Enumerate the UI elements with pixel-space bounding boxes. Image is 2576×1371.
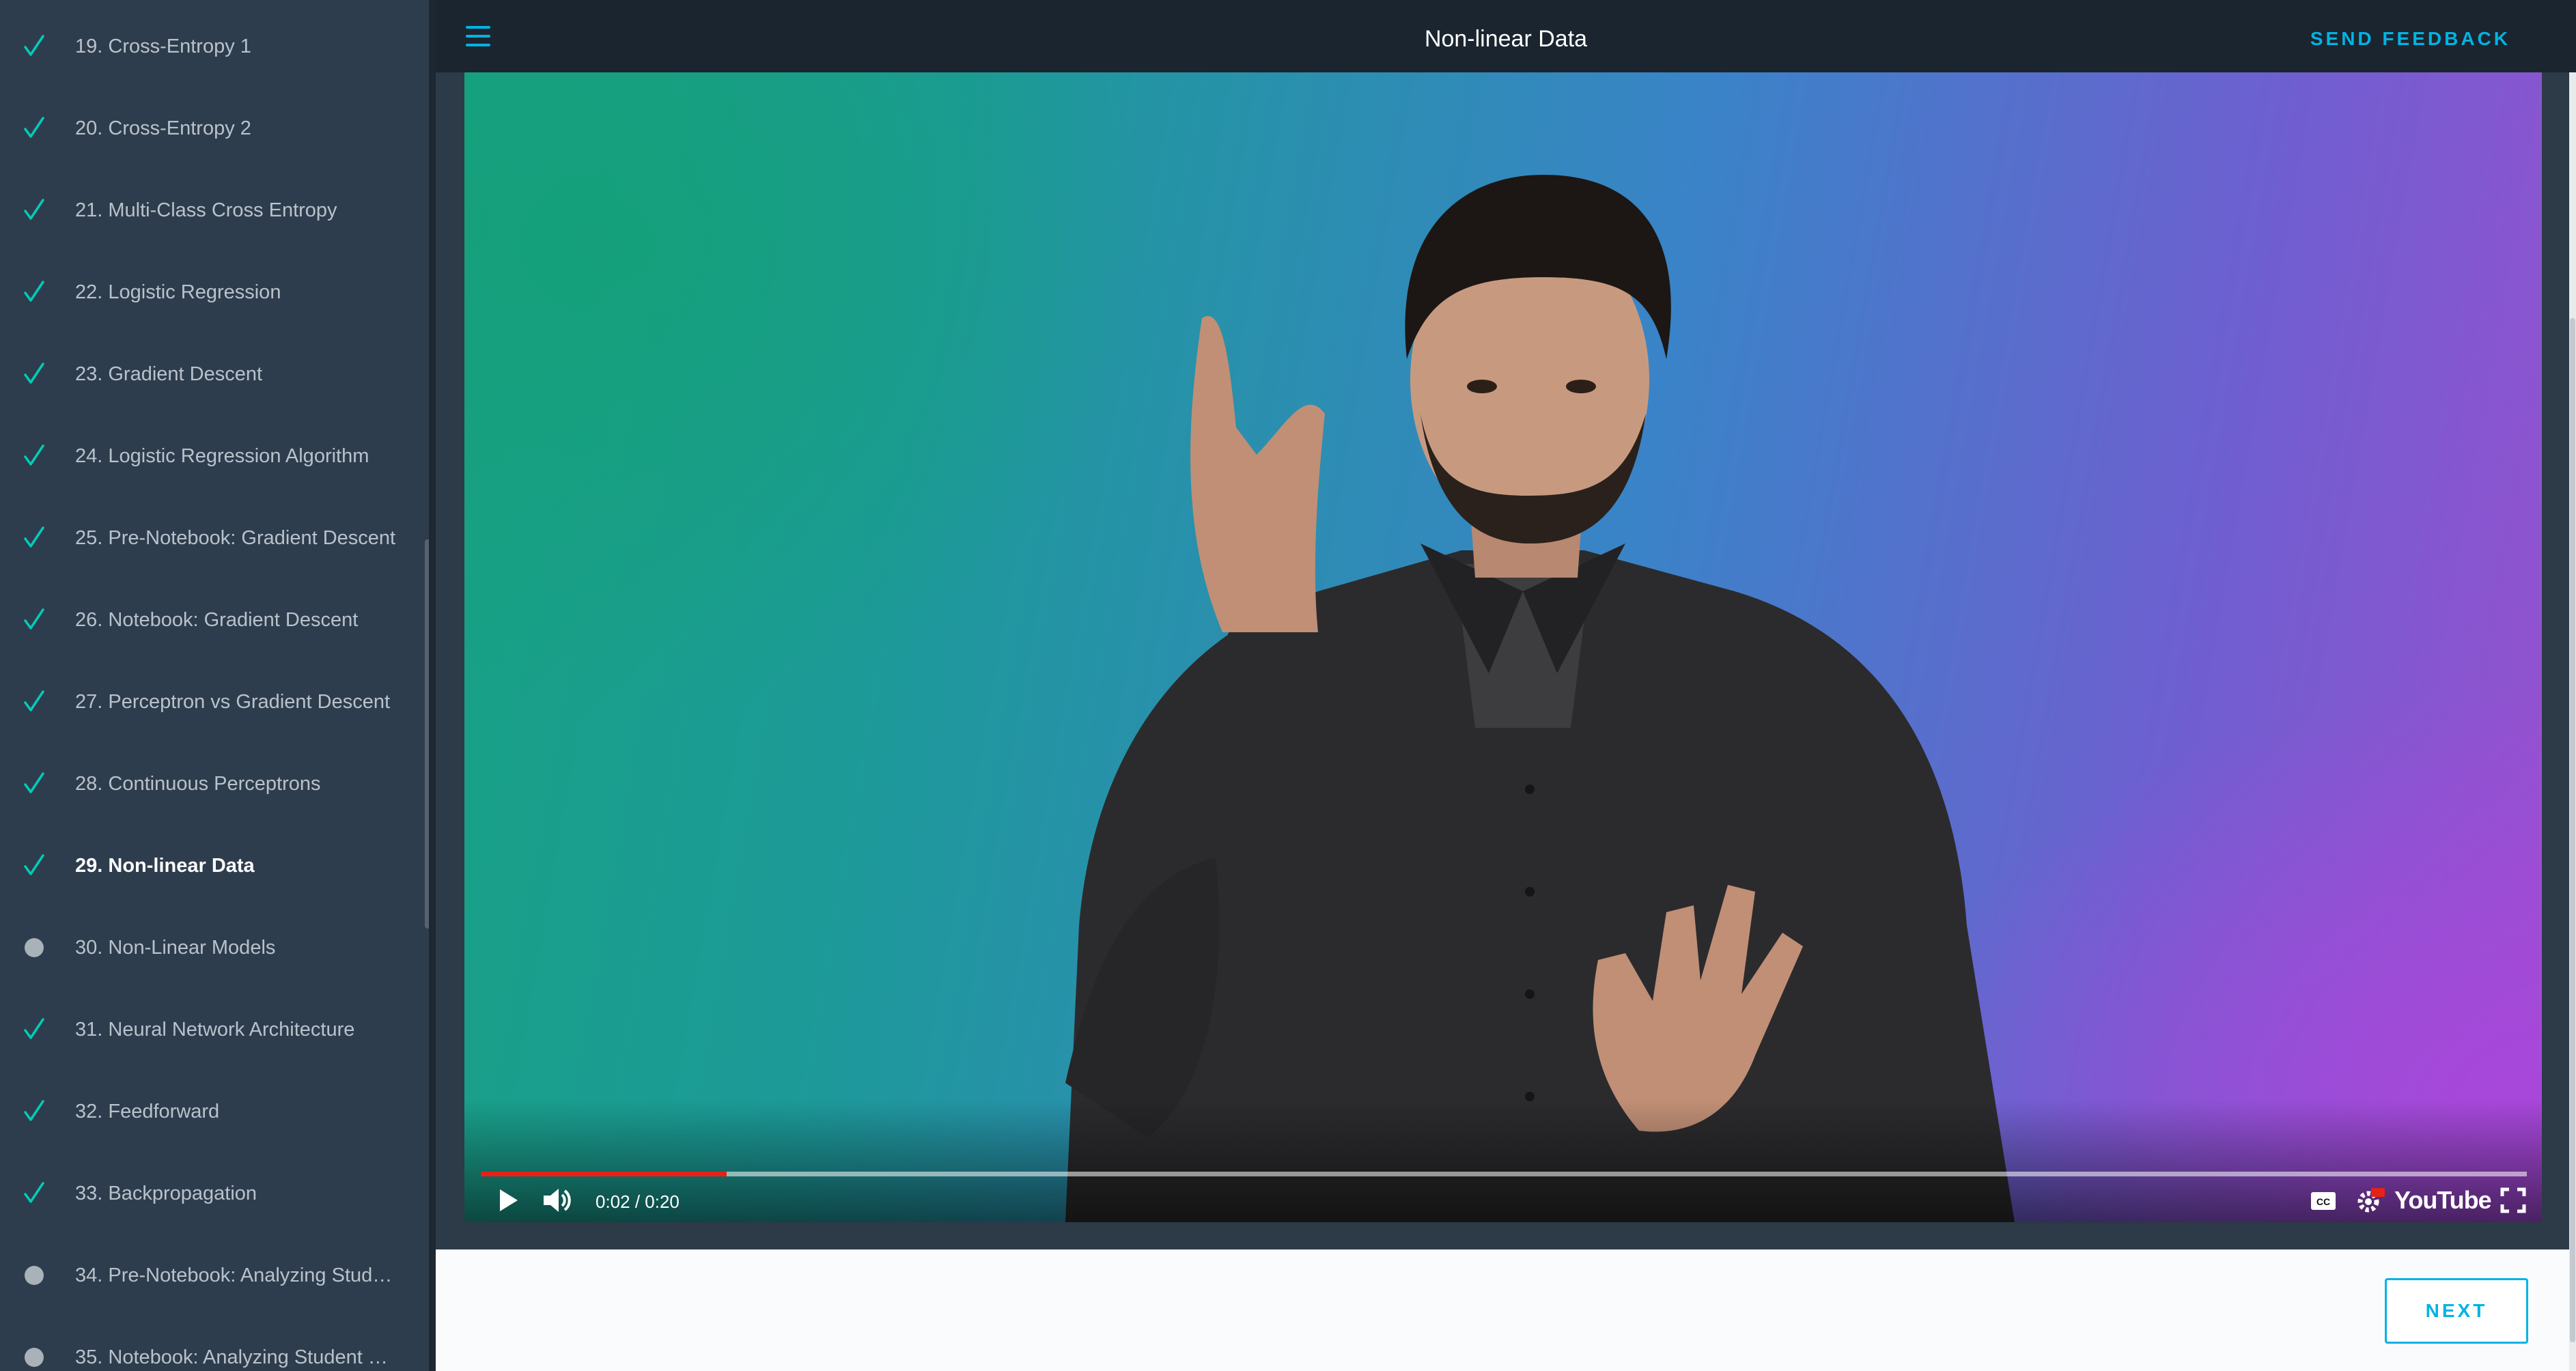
- sidebar-lesson-item[interactable]: 20. Cross-Entropy 2: [0, 87, 429, 169]
- sidebar-lesson-label: 29. Non-linear Data: [75, 855, 255, 877]
- sidebar-divider: [429, 0, 436, 1371]
- sidebar-lesson-item[interactable]: 19. Cross-Entropy 1: [0, 5, 429, 87]
- sidebar-lesson-item[interactable]: 27. Perceptron vs Gradient Descent: [0, 661, 429, 743]
- next-button[interactable]: NEXT: [2385, 1278, 2528, 1344]
- sidebar-lesson-item[interactable]: 31. Neural Network Architecture: [0, 989, 429, 1071]
- send-feedback-button[interactable]: SEND FEEDBACK: [2310, 0, 2510, 72]
- checkmark-icon: [20, 770, 48, 797]
- page-title: Non-linear Data: [1424, 26, 1588, 52]
- sidebar-lesson-label: 20. Cross-Entropy 2: [75, 117, 251, 139]
- play-icon[interactable]: [494, 1185, 522, 1215]
- sidebar-lesson-label: 24. Logistic Regression Algorithm: [75, 445, 369, 467]
- top-header: Non-linear Data SEND FEEDBACK: [436, 0, 2576, 72]
- sidebar-lesson-item[interactable]: 26. Notebook: Gradient Descent: [0, 579, 429, 661]
- incomplete-dot-icon: [20, 934, 48, 961]
- sidebar-lesson-label: 35. Notebook: Analyzing Student Data: [75, 1346, 402, 1368]
- sidebar-lesson-label: 33. Backpropagation: [75, 1183, 257, 1204]
- checkmark-icon: [20, 33, 48, 60]
- video-controls: 0:02 / 0:20 CC YouTube: [464, 1180, 2542, 1221]
- checkmark-icon: [20, 606, 48, 634]
- sidebar-lesson-label: 25. Pre-Notebook: Gradient Descent: [75, 527, 396, 549]
- page-scrollbar[interactable]: [2569, 72, 2576, 1371]
- sidebar-lesson-item[interactable]: 30. Non-Linear Models: [0, 907, 429, 989]
- video-progress-bar[interactable]: [481, 1172, 2527, 1176]
- sidebar-lesson-label: 19. Cross-Entropy 1: [75, 36, 251, 57]
- sidebar-lesson-label: 28. Continuous Perceptrons: [75, 773, 321, 795]
- lesson-sidebar[interactable]: 19. Cross-Entropy 1 20. Cross-Entropy 2 21…: [0, 0, 429, 1371]
- video-progress-fill: [481, 1172, 727, 1176]
- checkmark-icon: [20, 1180, 48, 1207]
- sidebar-lesson-label: 23. Gradient Descent: [75, 363, 263, 385]
- sidebar-lesson-item[interactable]: 32. Feedforward: [0, 1071, 429, 1153]
- checkmark-icon: [20, 442, 48, 470]
- checkmark-icon: [20, 852, 48, 879]
- svg-text:CC: CC: [2316, 1196, 2330, 1207]
- sidebar-lesson-label: 22. Logistic Regression: [75, 281, 281, 303]
- sidebar-lesson-item[interactable]: 35. Notebook: Analyzing Student Data: [0, 1316, 429, 1371]
- sidebar-lesson-item[interactable]: 24. Logistic Regression Algorithm: [0, 415, 429, 497]
- video-time-display: 0:02 / 0:20: [596, 1191, 680, 1212]
- presenter-figure: [1065, 175, 2015, 1222]
- sidebar-lesson-item[interactable]: 23. Gradient Descent: [0, 333, 429, 415]
- sidebar-lesson-item[interactable]: 28. Continuous Perceptrons: [0, 743, 429, 825]
- sidebar-lesson-label: 30. Non-Linear Models: [75, 937, 276, 959]
- classroom-app: 19. Cross-Entropy 1 20. Cross-Entropy 2 21…: [0, 0, 2576, 1371]
- checkmark-icon: [20, 361, 48, 388]
- sidebar-lesson-item[interactable]: 22. Logistic Regression: [0, 251, 429, 333]
- video-frame: 0:02 / 0:20 CC YouTube: [436, 72, 2576, 1249]
- incomplete-dot-icon: [20, 1344, 48, 1371]
- checkmark-icon: [20, 688, 48, 716]
- checkmark-icon: [20, 279, 48, 306]
- sidebar-lesson-label: 21. Multi-Class Cross Entropy: [75, 199, 337, 221]
- sidebar-lesson-label: 27. Perceptron vs Gradient Descent: [75, 691, 391, 713]
- sidebar-lesson-item[interactable]: 29. Non-linear Data: [0, 825, 429, 907]
- fullscreen-icon[interactable]: [2498, 1185, 2528, 1215]
- sidebar-lesson-label: 32. Feedforward: [75, 1101, 220, 1122]
- checkmark-icon: [20, 115, 48, 142]
- checkmark-icon: [20, 1098, 48, 1125]
- volume-icon[interactable]: [541, 1185, 574, 1215]
- settings-hd-icon[interactable]: [2353, 1185, 2386, 1215]
- page-scrollbar-thumb[interactable]: [2570, 318, 2575, 1342]
- content-footer: NEXT: [436, 1249, 2576, 1371]
- sidebar-lesson-label: 34. Pre-Notebook: Analyzing Student Data: [75, 1264, 402, 1286]
- sidebar-lesson-item[interactable]: 21. Multi-Class Cross Entropy: [0, 169, 429, 251]
- sidebar-lesson-item[interactable]: 34. Pre-Notebook: Analyzing Student Data: [0, 1234, 429, 1316]
- sidebar-lesson-label: 31. Neural Network Architecture: [75, 1019, 355, 1041]
- sidebar-lesson-item[interactable]: 33. Backpropagation: [0, 1153, 429, 1234]
- video-player[interactable]: 0:02 / 0:20 CC YouTube: [464, 72, 2542, 1222]
- closed-captions-icon[interactable]: CC: [2308, 1185, 2338, 1215]
- sidebar-lesson-item[interactable]: 25. Pre-Notebook: Gradient Descent: [0, 497, 429, 579]
- youtube-logo[interactable]: YouTube: [2394, 1187, 2492, 1214]
- checkmark-icon: [20, 1016, 48, 1043]
- incomplete-dot-icon: [20, 1262, 48, 1289]
- checkmark-icon: [20, 197, 48, 224]
- sidebar-lesson-label: 26. Notebook: Gradient Descent: [75, 609, 359, 631]
- checkmark-icon: [20, 524, 48, 552]
